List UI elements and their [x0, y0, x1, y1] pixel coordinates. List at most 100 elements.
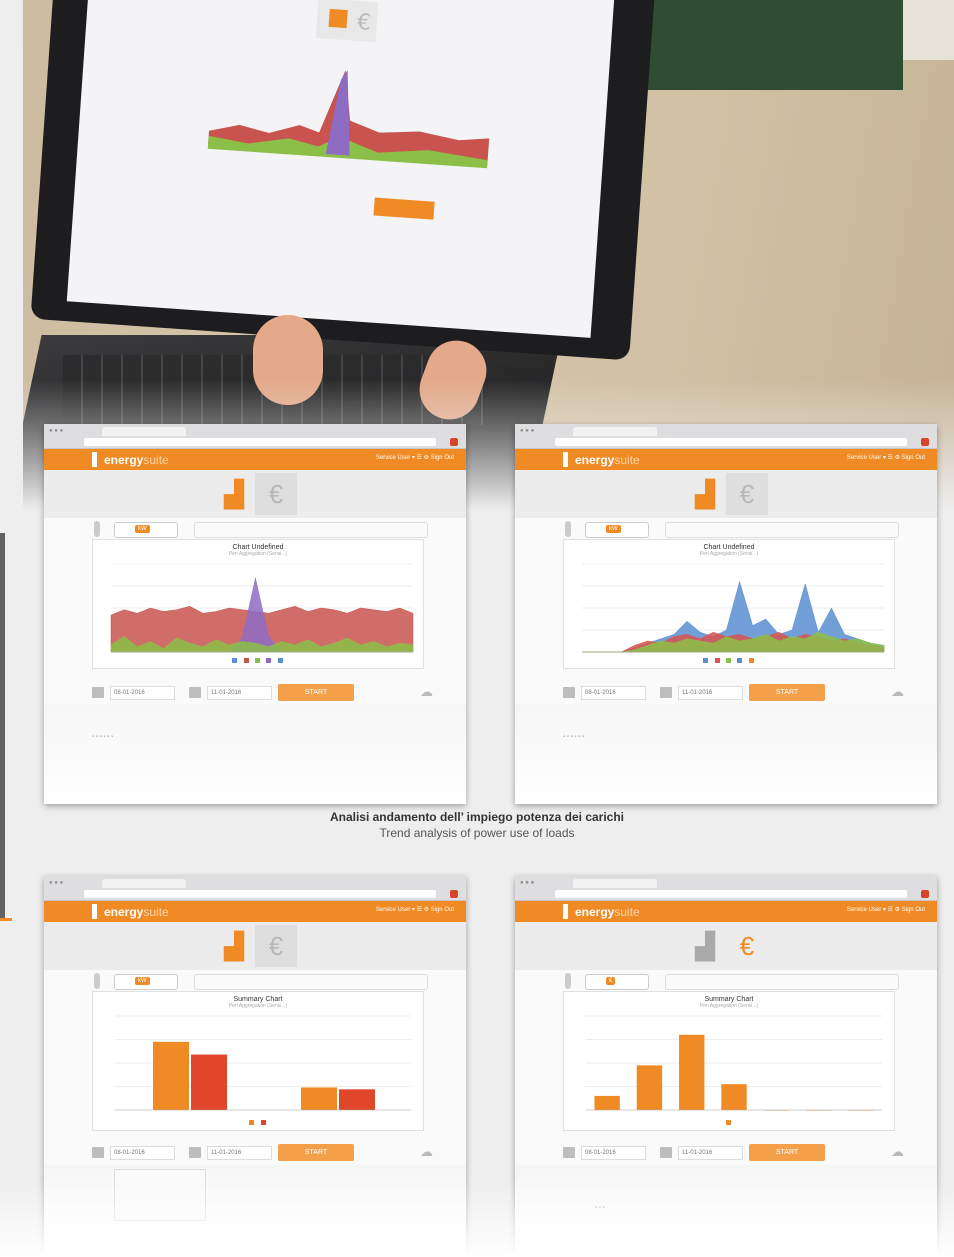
- unit-toggle[interactable]: kW: [114, 522, 178, 538]
- unit-toggle[interactable]: €: [585, 974, 649, 990]
- browser-extension-icon[interactable]: [450, 890, 458, 898]
- browser-tab[interactable]: [102, 879, 186, 888]
- calendar-icon[interactable]: [92, 1147, 104, 1158]
- browser-toolbar: ● ● ●: [44, 876, 466, 901]
- legend-item[interactable]: [255, 658, 261, 664]
- browser-tab[interactable]: [573, 427, 657, 436]
- address-bar[interactable]: [555, 438, 907, 446]
- brand-name[interactable]: energysuite: [104, 905, 169, 919]
- start-button[interactable]: START: [749, 1144, 825, 1161]
- sensor-selector[interactable]: [194, 522, 428, 538]
- legend-item[interactable]: [232, 658, 238, 664]
- calendar-icon[interactable]: [563, 687, 575, 698]
- date-to-field[interactable]: 11-01-2016: [207, 1146, 272, 1160]
- screenshot-window-top-left: ● ● ● energysuite Service User ▾ ☰ ⚙ Sig…: [44, 424, 466, 804]
- bar-chart: [586, 1015, 882, 1111]
- browser-toolbar: ● ● ●: [44, 424, 466, 449]
- legend-item[interactable]: [737, 658, 743, 664]
- calendar-icon[interactable]: [189, 1147, 201, 1158]
- brand-name[interactable]: energysuite: [104, 453, 169, 467]
- browser-extension-icon[interactable]: [450, 438, 458, 446]
- address-bar[interactable]: [84, 890, 436, 898]
- legend-item[interactable]: [726, 658, 732, 664]
- unit-toggle[interactable]: kW: [114, 974, 178, 990]
- sensor-selector[interactable]: [665, 974, 899, 990]
- bar-chart-icon[interactable]: ▟: [213, 925, 255, 967]
- bar-chart: [115, 1015, 411, 1111]
- brand-name[interactable]: energysuite: [575, 453, 640, 467]
- calendar-icon[interactable]: [563, 1147, 575, 1158]
- brand-logo-icon: [563, 904, 568, 919]
- legend-item[interactable]: [249, 1120, 255, 1126]
- legend-item[interactable]: [714, 658, 721, 664]
- legend-item[interactable]: [726, 1120, 732, 1126]
- legend-item[interactable]: [703, 658, 709, 664]
- date-from-field[interactable]: 08-01-2016: [110, 1146, 175, 1160]
- cloud-download-icon[interactable]: ☁: [420, 1145, 436, 1159]
- date-from-field[interactable]: 08-01-2016: [581, 1146, 646, 1160]
- app-header: energysuite Service User ▾ ☰ ⚙ Sign Out: [44, 449, 466, 470]
- start-button[interactable]: START: [278, 1144, 354, 1161]
- user-nav[interactable]: Service User ▾ ☰ ⚙ Sign Out: [376, 454, 454, 461]
- sensor-selector[interactable]: [194, 974, 428, 990]
- user-nav[interactable]: Service User ▾ ☰ ⚙ Sign Out: [847, 906, 925, 913]
- address-bar[interactable]: [84, 438, 436, 446]
- cloud-download-icon[interactable]: ☁: [891, 685, 907, 699]
- euro-icon[interactable]: €: [255, 925, 297, 967]
- start-button[interactable]: START: [278, 684, 354, 701]
- euro-icon[interactable]: €: [726, 473, 768, 515]
- calendar-icon[interactable]: [189, 687, 201, 698]
- bar-chart-icon[interactable]: ▟: [684, 925, 726, 967]
- euro-icon[interactable]: €: [255, 473, 297, 515]
- browser-tab[interactable]: [573, 879, 657, 888]
- window-controls-icon[interactable]: ● ● ●: [49, 428, 63, 434]
- date-to-field[interactable]: 11-01-2016: [207, 686, 272, 700]
- browser-toolbar: ● ● ●: [515, 876, 937, 901]
- window-controls-icon[interactable]: ● ● ●: [520, 428, 534, 434]
- euro-icon[interactable]: €: [726, 925, 768, 967]
- browser-extension-icon[interactable]: [921, 438, 929, 446]
- calendar-icon[interactable]: [660, 687, 672, 698]
- thermometer-icon: [94, 973, 100, 989]
- selector-row: kW: [44, 970, 466, 992]
- start-button[interactable]: START: [749, 684, 825, 701]
- date-to-field[interactable]: 11-01-2016: [678, 686, 743, 700]
- cloud-download-icon[interactable]: ☁: [891, 1145, 907, 1159]
- browser-toolbar: ● ● ●: [515, 424, 937, 449]
- selector-row: €: [515, 970, 937, 992]
- brand-name[interactable]: energysuite: [575, 905, 640, 919]
- mode-switcher: ▟ €: [515, 470, 937, 518]
- bar-chart-icon[interactable]: ▟: [684, 473, 726, 515]
- date-from-field[interactable]: 08-01-2016: [110, 686, 175, 700]
- calendar-icon[interactable]: [660, 1147, 672, 1158]
- legend-item[interactable]: [243, 658, 250, 664]
- chart-legend: [564, 1120, 894, 1126]
- legend-item[interactable]: [748, 658, 755, 664]
- legend-item[interactable]: [260, 1120, 267, 1126]
- mode-switcher: ▟ €: [515, 922, 937, 970]
- screenshot-window-top-right: ● ● ● energysuite Service User ▾ ☰ ⚙ Sig…: [515, 424, 937, 804]
- bar: [339, 1089, 375, 1110]
- date-to-field[interactable]: 11-01-2016: [678, 1146, 743, 1160]
- date-from-field[interactable]: 08-01-2016: [581, 686, 646, 700]
- calendar-icon[interactable]: [92, 687, 104, 698]
- bar: [721, 1084, 747, 1110]
- browser-extension-icon[interactable]: [921, 890, 929, 898]
- user-nav[interactable]: Service User ▾ ☰ ⚙ Sign Out: [847, 454, 925, 461]
- unit-toggle[interactable]: kW: [585, 522, 649, 538]
- user-nav[interactable]: Service User ▾ ☰ ⚙ Sign Out: [376, 906, 454, 913]
- app-header: energysuite Service User ▾ ☰ ⚙ Sign Out: [44, 901, 466, 922]
- chart-legend: [93, 1120, 423, 1126]
- lower-panel: ▪ ▪ ▪ ▪ ▪ ▪: [515, 704, 937, 804]
- legend-item[interactable]: [266, 658, 272, 664]
- address-bar[interactable]: [555, 890, 907, 898]
- browser-tab[interactable]: [102, 427, 186, 436]
- legend-item[interactable]: [277, 658, 284, 664]
- bar-chart-icon[interactable]: ▟: [213, 473, 255, 515]
- laptop-screen: €: [66, 0, 615, 338]
- window-controls-icon[interactable]: ● ● ●: [520, 880, 534, 886]
- window-controls-icon[interactable]: ● ● ●: [49, 880, 63, 886]
- sensor-selector[interactable]: [665, 522, 899, 538]
- cloud-download-icon[interactable]: ☁: [420, 685, 436, 699]
- chart-legend: [93, 658, 423, 664]
